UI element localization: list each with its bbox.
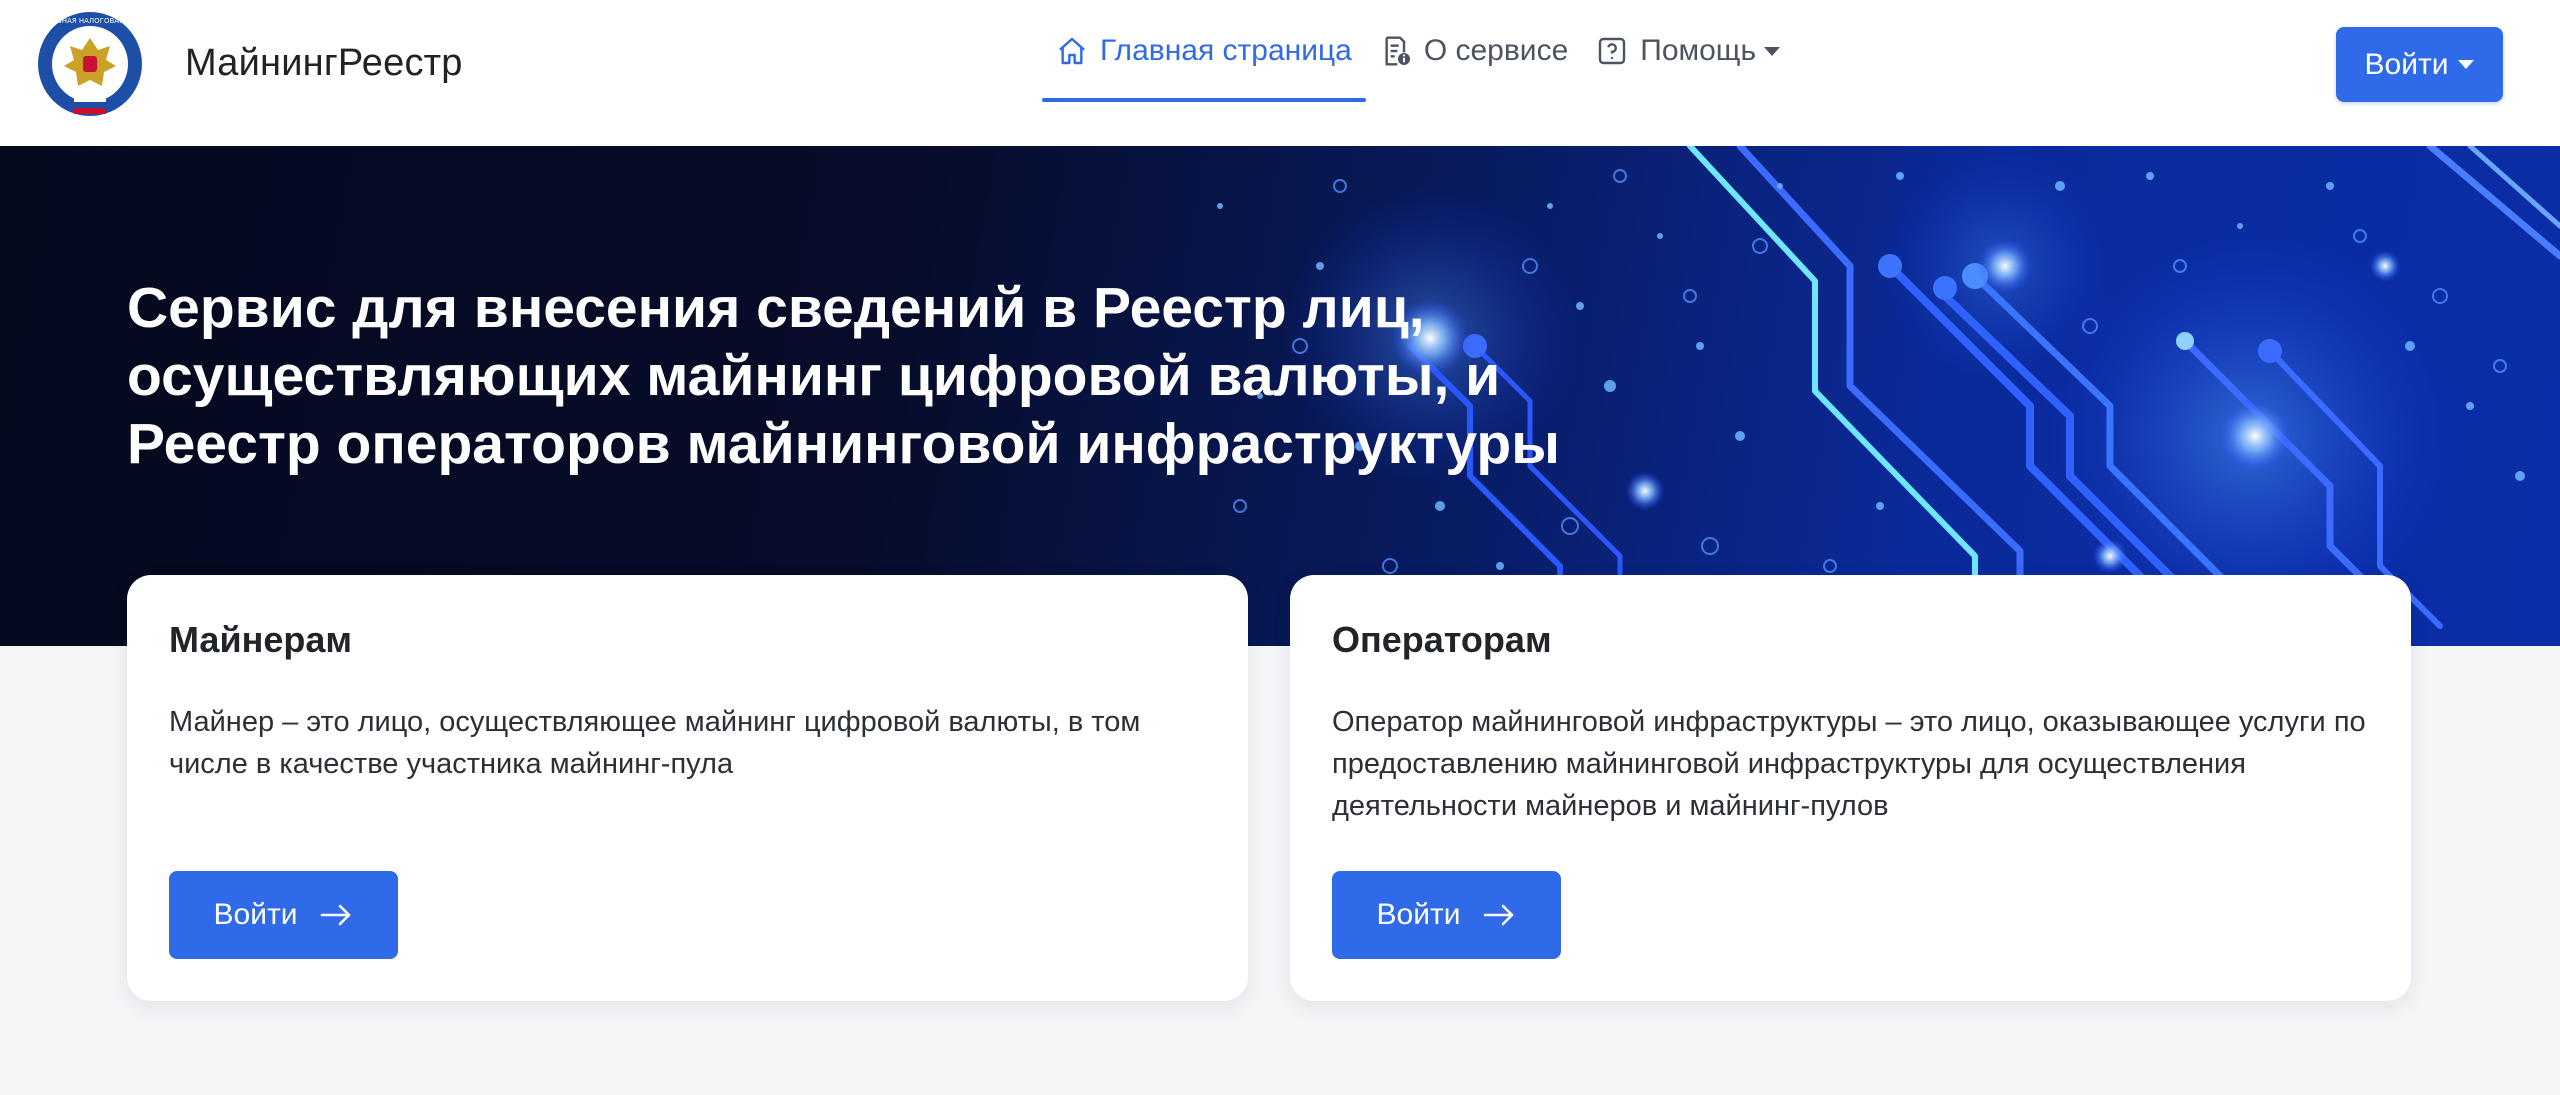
chevron-down-icon	[2458, 60, 2475, 69]
arrow-right-icon	[321, 904, 351, 926]
main-nav: Главная страница О сервисе Помощь	[1042, 0, 1794, 146]
operators-card-title: Операторам	[1332, 619, 1552, 660]
home-icon	[1059, 37, 1085, 65]
login-button-label: Войти	[2364, 47, 2449, 81]
operators-card-description: Оператор майнинговой инфраструктуры – эт…	[1332, 706, 2366, 822]
nav-home[interactable]: Главная страница	[1042, 0, 1366, 102]
brand-title[interactable]: МайнингРеестр	[185, 42, 463, 85]
operators-login-button[interactable]: Войти	[1332, 871, 1561, 959]
top-navbar: ФЕДЕРАЛЬНАЯ НАЛОГОВАЯ СЛУЖБА МайнингРеес…	[0, 0, 2560, 146]
nav-home-label: Главная страница	[1100, 34, 1352, 67]
chevron-down-icon	[1764, 46, 1781, 56]
miners-card-title: Майнерам	[169, 619, 352, 660]
logo-caption: ФЕДЕРАЛЬНАЯ НАЛОГОВАЯ СЛУЖБА	[36, 17, 144, 25]
hero-title: Сервис для внесения сведений в Реестр ли…	[127, 276, 1560, 476]
login-dropdown-button[interactable]: Войти	[2336, 27, 2503, 102]
miners-login-button[interactable]: Войти	[169, 871, 398, 959]
nav-about-label: О сервисе	[1423, 34, 1569, 67]
document-info-icon	[1385, 36, 1410, 66]
help-icon	[1599, 37, 1626, 65]
nav-help-label: Помощь	[1640, 34, 1757, 67]
miners-login-label: Войти	[213, 898, 298, 931]
arrow-right-icon	[1484, 904, 1514, 926]
operators-card: Операторам Оператор майнинговой инфрастр…	[1290, 575, 2411, 1001]
hero-banner: Сервис для внесения сведений в Реестр ли…	[0, 146, 2560, 646]
nav-about[interactable]: О сервисе	[1366, 0, 1582, 102]
miners-card: Майнерам Майнер – это лицо, осуществляющ…	[127, 575, 1248, 1001]
miners-card-description: Майнер – это лицо, осуществляющее майнин…	[169, 706, 1141, 780]
operators-login-label: Войти	[1376, 898, 1461, 931]
fns-emblem-logo[interactable]: ФЕДЕРАЛЬНАЯ НАЛОГОВАЯ СЛУЖБА	[22, 10, 158, 122]
nav-help-dropdown[interactable]: Помощь	[1582, 0, 1794, 102]
